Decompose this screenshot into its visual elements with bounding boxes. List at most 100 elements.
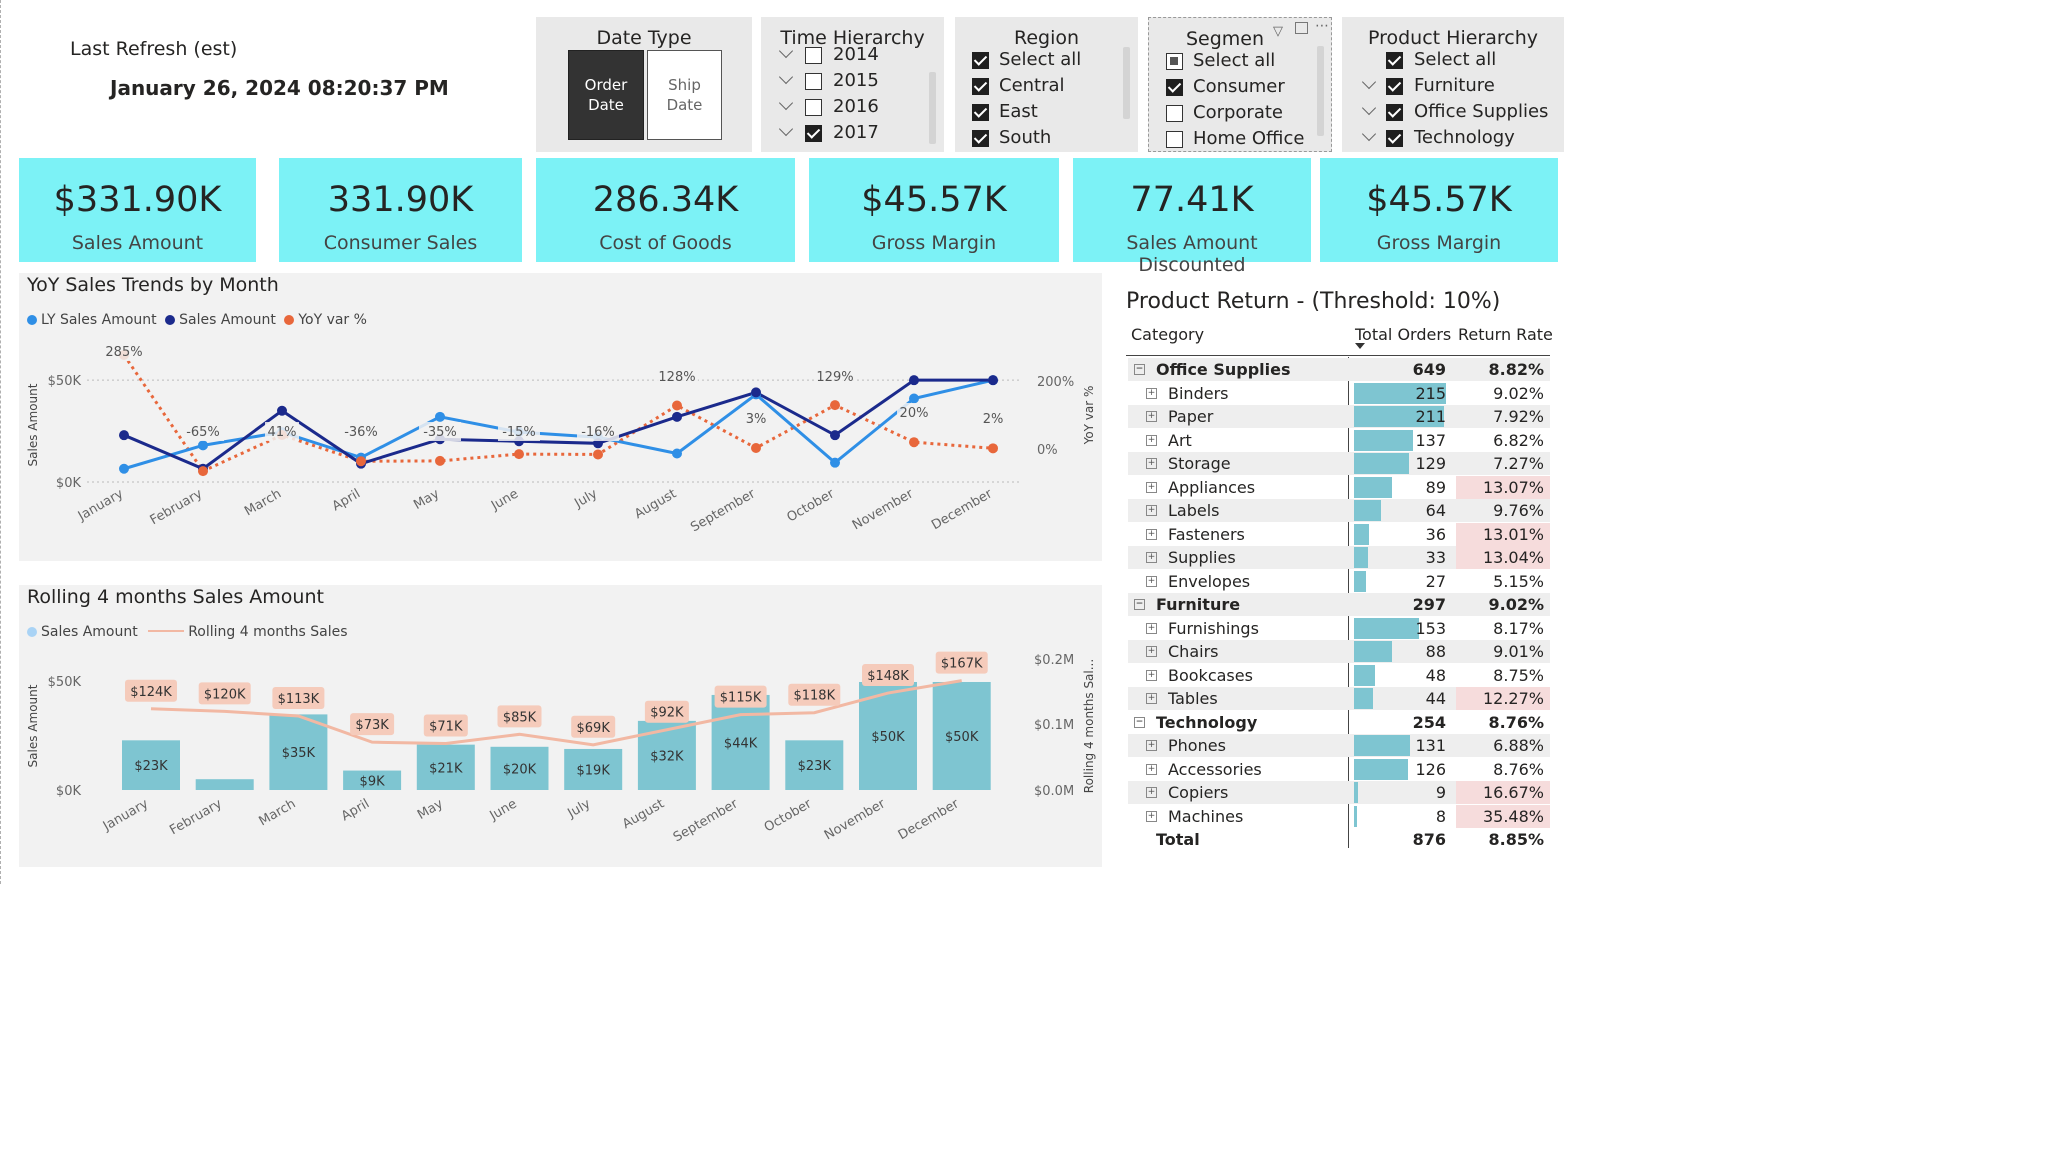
- table-subcategory-row[interactable]: + Furnishings 153 8.17%: [1128, 617, 1550, 640]
- expand-icon[interactable]: +: [1146, 387, 1157, 399]
- region-option[interactable]: Select all: [999, 49, 1081, 70]
- legend-ly-sales[interactable]: LY Sales Amount: [27, 312, 157, 328]
- expand-icon[interactable]: +: [1146, 528, 1157, 540]
- sales-bar[interactable]: [195, 779, 254, 790]
- segment-option[interactable]: Home Office: [1193, 128, 1304, 149]
- year-option[interactable]: 2014: [833, 44, 879, 65]
- kpi-card[interactable]: $331.90K Sales Amount: [19, 158, 256, 262]
- ly-sales-point[interactable]: [909, 393, 919, 404]
- expand-chevron-icon[interactable]: [1361, 126, 1377, 142]
- expand-icon[interactable]: +: [1146, 669, 1157, 681]
- segment-option[interactable]: Corporate: [1193, 102, 1283, 123]
- expand-icon[interactable]: +: [1146, 411, 1157, 422]
- col-header-return-rate[interactable]: Return Rate: [1458, 325, 1553, 344]
- table-subcategory-row[interactable]: + Storage 129 7.27%: [1128, 452, 1550, 475]
- kpi-card[interactable]: 286.34K Cost of Goods: [536, 158, 795, 262]
- table-subcategory-row[interactable]: + Supplies 33 13.04%: [1128, 546, 1550, 569]
- expand-icon[interactable]: +: [1146, 505, 1157, 516]
- segment-scrollbar[interactable]: [1317, 46, 1324, 136]
- table-subcategory-row[interactable]: + Bookcases 48 8.75%: [1128, 664, 1550, 687]
- more-options-icon[interactable]: ⋯: [1315, 18, 1329, 34]
- year-option[interactable]: 2017: [833, 122, 879, 143]
- expand-icon[interactable]: +: [1146, 810, 1157, 822]
- region-scrollbar[interactable]: [1123, 47, 1130, 119]
- product-option[interactable]: Office Supplies: [1414, 101, 1548, 122]
- product-checkbox[interactable]: [1386, 78, 1403, 95]
- ship-date-button[interactable]: Ship Date: [647, 50, 722, 140]
- legend-rolling[interactable]: Rolling 4 months Sales: [148, 624, 348, 640]
- focus-mode-icon[interactable]: [1295, 22, 1308, 34]
- segment-checkbox[interactable]: [1166, 79, 1183, 96]
- ly-sales-point[interactable]: [119, 463, 129, 474]
- table-subcategory-row[interactable]: + Copiers 9 16.67%: [1128, 781, 1550, 804]
- yoy-chart-plot[interactable]: $0K $50K 0% 200% Sales Amount YoY var % Januar…: [19, 330, 1102, 561]
- year-checkbox[interactable]: [805, 47, 822, 64]
- expand-icon[interactable]: +: [1146, 787, 1157, 798]
- ly-sales-point[interactable]: [435, 411, 445, 422]
- expand-chevron-icon[interactable]: [1361, 74, 1377, 90]
- collapse-icon[interactable]: −: [1134, 716, 1145, 728]
- expand-icon[interactable]: +: [1146, 740, 1157, 751]
- expand-icon[interactable]: +: [1146, 481, 1157, 493]
- yoy-point[interactable]: [356, 456, 366, 467]
- expand-icon[interactable]: +: [1146, 622, 1157, 634]
- expand-icon[interactable]: +: [1146, 434, 1157, 446]
- legend-sales[interactable]: Sales Amount: [165, 312, 276, 328]
- expand-chevron-icon[interactable]: [778, 95, 794, 111]
- table-subcategory-row[interactable]: + Art 137 6.82%: [1128, 429, 1550, 452]
- year-option[interactable]: 2015: [833, 70, 879, 91]
- expand-icon[interactable]: +: [1146, 575, 1157, 587]
- col-header-total-orders[interactable]: Total Orders: [1355, 325, 1451, 344]
- yoy-point[interactable]: [909, 437, 919, 448]
- region-option[interactable]: East: [999, 101, 1038, 122]
- expand-icon[interactable]: +: [1146, 646, 1157, 657]
- sales-point[interactable]: [751, 387, 761, 398]
- year-checkbox[interactable]: [805, 73, 822, 90]
- table-subcategory-row[interactable]: + Phones 131 6.88%: [1128, 734, 1550, 757]
- filter-icon[interactable]: ▽: [1273, 24, 1283, 39]
- year-checkbox[interactable]: [805, 99, 822, 116]
- expand-chevron-icon[interactable]: [778, 69, 794, 85]
- table-subcategory-row[interactable]: + Tables 44 12.27%: [1128, 687, 1550, 710]
- segment-checkbox[interactable]: [1166, 131, 1183, 148]
- product-option[interactable]: Technology: [1414, 127, 1515, 148]
- sales-point[interactable]: [988, 375, 998, 386]
- time-hierarchy-scrollbar[interactable]: [929, 72, 936, 144]
- yoy-point[interactable]: [988, 443, 998, 454]
- expand-chevron-icon[interactable]: [778, 121, 794, 137]
- table-subcategory-row[interactable]: + Binders 215 9.02%: [1128, 382, 1550, 405]
- product-checkbox[interactable]: [1386, 104, 1403, 121]
- kpi-card[interactable]: $45.57K Gross Margin: [809, 158, 1059, 262]
- table-subcategory-row[interactable]: + Appliances 89 13.07%: [1128, 475, 1550, 499]
- table-subcategory-row[interactable]: + Fasteners 36 13.01%: [1128, 522, 1550, 546]
- region-option[interactable]: South: [999, 127, 1051, 148]
- yoy-point[interactable]: [830, 400, 840, 411]
- yoy-point[interactable]: [198, 466, 208, 477]
- table-category-row[interactable]: − Office Supplies 649 8.82%: [1128, 358, 1550, 381]
- yoy-point[interactable]: [593, 449, 603, 460]
- collapse-icon[interactable]: −: [1134, 599, 1145, 610]
- region-checkbox[interactable]: [972, 78, 989, 95]
- expand-chevron-icon[interactable]: [1361, 100, 1377, 116]
- table-subcategory-row[interactable]: + Envelopes 27 5.15%: [1128, 570, 1550, 593]
- sales-point[interactable]: [119, 430, 129, 441]
- segment-checkbox[interactable]: [1166, 53, 1183, 70]
- col-header-category[interactable]: Category: [1131, 325, 1204, 344]
- table-subcategory-row[interactable]: + Labels 64 9.76%: [1128, 499, 1550, 522]
- ly-sales-point[interactable]: [830, 457, 840, 468]
- yoy-point[interactable]: [435, 455, 445, 466]
- table-subcategory-row[interactable]: + Chairs 88 9.01%: [1128, 640, 1550, 663]
- region-checkbox[interactable]: [972, 104, 989, 121]
- table-category-row[interactable]: − Technology 254 8.76%: [1128, 711, 1550, 734]
- segment-checkbox[interactable]: [1166, 105, 1183, 122]
- rolling-chart-plot[interactable]: $0K $50K $0.0M $0.1M $0.2M Sales Amount Rollin…: [19, 640, 1102, 867]
- segment-option[interactable]: Consumer: [1193, 76, 1285, 97]
- collapse-icon[interactable]: −: [1134, 364, 1145, 375]
- expand-icon[interactable]: +: [1146, 693, 1157, 704]
- sales-point[interactable]: [909, 375, 919, 386]
- ly-sales-point[interactable]: [672, 448, 682, 459]
- table-subcategory-row[interactable]: + Accessories 126 8.76%: [1128, 758, 1550, 781]
- table-subcategory-row[interactable]: + Paper 211 7.92%: [1128, 405, 1550, 428]
- yoy-point[interactable]: [672, 400, 682, 411]
- product-option[interactable]: Furniture: [1414, 75, 1495, 96]
